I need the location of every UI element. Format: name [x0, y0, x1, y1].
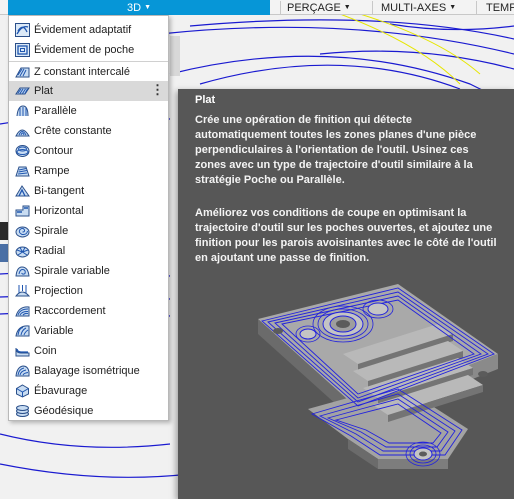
tab-3d-label: 3D	[127, 1, 142, 14]
tooltip-description: Crée une opération de finition qui détec…	[195, 114, 477, 186]
menu-item-label: Projection	[34, 285, 83, 297]
menu-item-geodesic[interactable]: Géodésique	[9, 401, 168, 421]
tab-multi-axes-label: MULTI-AXES	[381, 1, 447, 14]
menu-item-label: Géodésique	[34, 405, 94, 417]
adaptive-clearing-icon	[15, 23, 30, 37]
menu-item-label: Radial	[34, 245, 66, 257]
left-panel-stub	[0, 222, 8, 240]
menu-item-radial[interactable]: Radial	[9, 241, 168, 261]
menu-item-morphed-spiral[interactable]: Spirale variable	[9, 261, 168, 281]
parallel-icon	[15, 104, 30, 118]
menu-item-deburr[interactable]: Ébavurage	[9, 381, 168, 401]
menu-item-label: Z constant intercalé	[34, 66, 130, 78]
menu-item-label: Contour	[34, 145, 74, 157]
menu-item-label: Ébavurage	[34, 385, 88, 397]
menu-item-steep-and-shallow[interactable]: Z constant intercalé	[9, 62, 168, 82]
menu-item-label: Évidement adaptatif	[34, 24, 132, 36]
project-icon	[15, 284, 30, 298]
menu-item-pencil[interactable]: Bi-tangent	[9, 181, 168, 201]
menu-item-blend[interactable]: Raccordement	[9, 301, 168, 321]
scallop-icon	[15, 124, 30, 138]
menu-item-label: Rampe	[34, 165, 70, 177]
chevron-down-icon: ▼	[449, 4, 457, 11]
menu-item-label: Plat	[34, 85, 53, 97]
left-panel-stub-blue	[0, 244, 8, 262]
menu-item-ramp[interactable]: Rampe	[9, 161, 168, 181]
toolbar-divider	[372, 1, 373, 14]
menu-item-corner[interactable]: Coin	[9, 341, 168, 361]
toolbar-divider	[280, 1, 281, 14]
toolbar-divider	[476, 1, 477, 14]
tab-multi-axes-dropdown[interactable]: MULTI-AXES ▼	[381, 0, 456, 15]
menu-item-flow[interactable]: Variable	[9, 321, 168, 341]
spiral-icon	[15, 224, 30, 238]
more-options-icon[interactable]: ⋮	[151, 83, 164, 97]
contour-icon	[15, 144, 30, 158]
menu-item-label: Crête constante	[34, 125, 112, 137]
dropdown-menu-3d: Évidement adaptatif Évidement de poche Z…	[8, 15, 169, 421]
tab-temp-label: TEMP	[486, 1, 514, 14]
pocket-clearing-icon	[15, 43, 30, 57]
tooltip-title: Plat	[195, 94, 216, 106]
geodesic-icon	[15, 404, 30, 418]
tooltip-description-secondary: Améliorez vos conditions de coupe en opt…	[195, 207, 497, 264]
ramp-icon	[15, 164, 30, 178]
menu-item-morph[interactable]: Balayage isométrique	[9, 361, 168, 381]
chevron-down-icon: ▼	[144, 4, 151, 11]
menu-item-adaptive-clearing[interactable]: Évidement adaptatif	[9, 20, 168, 40]
flow-icon	[15, 324, 30, 338]
tab-temp-dropdown[interactable]: TEMP	[486, 0, 514, 15]
menu-item-label: Variable	[34, 325, 74, 337]
menu-item-label: Parallèle	[34, 105, 77, 117]
menu-item-project[interactable]: Projection	[9, 281, 168, 301]
menu-item-label: Bi-tangent	[34, 185, 85, 197]
menu-item-pocket-clearing[interactable]: Évidement de poche	[9, 40, 168, 60]
morphed-spiral-icon	[15, 264, 30, 278]
menu-item-parallel[interactable]: Parallèle	[9, 101, 168, 121]
pencil-icon	[15, 184, 30, 198]
horizontal-icon	[15, 204, 30, 218]
menu-item-spiral[interactable]: Spirale	[9, 221, 168, 241]
flat-icon	[15, 84, 30, 98]
menu-item-horizontal[interactable]: Horizontal	[9, 201, 168, 221]
tab-percage-label: PERÇAGE	[287, 1, 341, 14]
morph-icon	[15, 364, 30, 378]
menu-item-contour[interactable]: Contour	[9, 141, 168, 161]
menu-item-scallop[interactable]: Crête constante	[9, 121, 168, 141]
steep-and-shallow-icon	[15, 65, 30, 79]
menu-item-label: Évidement de poche	[34, 44, 135, 56]
chevron-down-icon: ▼	[343, 4, 351, 11]
menu-item-flat[interactable]: Plat ⋮	[9, 81, 168, 101]
menu-item-label: Balayage isométrique	[34, 365, 140, 377]
toolbar: 3D ▼ PERÇAGE ▼ MULTI-AXES ▼ TEMP	[0, 0, 514, 15]
menu-item-label: Horizontal	[34, 205, 84, 217]
radial-icon	[15, 244, 30, 258]
tooltip-panel: Plat Crée une opération de finition qui …	[178, 89, 514, 499]
tab-3d-dropdown[interactable]: 3D ▼	[8, 0, 270, 15]
menu-item-label: Spirale variable	[34, 265, 110, 277]
corner-icon	[15, 344, 30, 358]
menu-item-label: Spirale	[34, 225, 69, 237]
menu-item-label: Raccordement	[34, 305, 106, 317]
flat-toolpath-preview-image	[258, 284, 498, 469]
deburr-icon	[15, 384, 30, 398]
blend-icon	[15, 304, 30, 318]
menu-item-label: Coin	[34, 345, 57, 357]
tab-percage-dropdown[interactable]: PERÇAGE ▼	[287, 0, 351, 15]
